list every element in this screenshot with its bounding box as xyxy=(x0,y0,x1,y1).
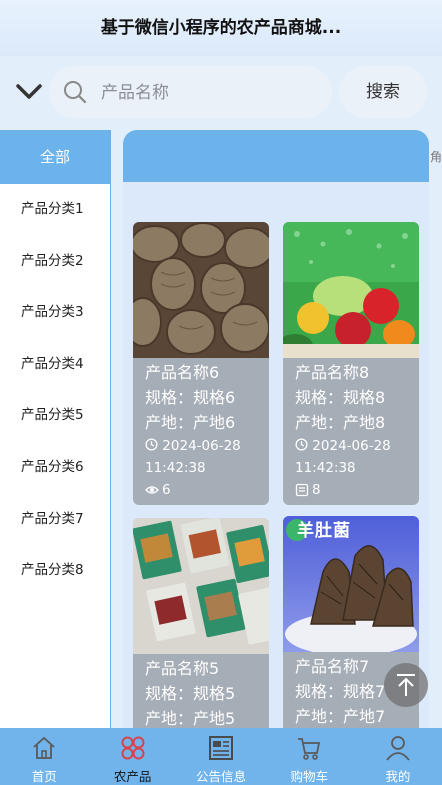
product-spec: 规格：规格8 xyxy=(295,388,386,407)
product-count: 6 xyxy=(162,482,171,498)
arrow-up-icon xyxy=(397,674,415,696)
product-name: 产品名称8 xyxy=(295,363,370,382)
search-box[interactable] xyxy=(49,66,332,120)
chevron-down-icon[interactable] xyxy=(14,82,44,102)
product-card[interactable]: 产品名称6 规格：规格6 产地：产地6 2024-06-28 11:42:38 … xyxy=(133,222,269,505)
sidebar-item[interactable]: 产品分类8 xyxy=(0,545,110,597)
sidebar-item[interactable]: 产品分类6 xyxy=(0,442,110,494)
product-name: 产品名称5 xyxy=(145,659,220,678)
cart-icon xyxy=(298,738,321,760)
tab-home[interactable]: 首页 xyxy=(0,728,88,785)
sidebar-item[interactable]: 产品分类1 xyxy=(0,184,110,236)
search-bar: 搜索 xyxy=(0,56,442,128)
page-title: 基于微信小程序的农产品商城... xyxy=(0,0,442,56)
product-time-text: 2024-06-28 11:42:38 xyxy=(295,438,391,476)
product-list-header xyxy=(123,130,429,182)
product-time-text: 2024-06-28 11:42:38 xyxy=(145,438,241,476)
product-meta: 6 xyxy=(145,479,269,501)
sidebar-item[interactable]: 产品分类7 xyxy=(0,494,110,546)
clock-icon xyxy=(295,438,308,451)
tab-mine[interactable]: 我的 xyxy=(354,728,442,785)
product-count: 8 xyxy=(312,482,321,498)
tab-label: 我的 xyxy=(385,769,411,784)
back-to-top-button[interactable] xyxy=(384,663,428,707)
tab-cart[interactable]: 购物车 xyxy=(265,728,353,785)
document-icon xyxy=(295,483,309,497)
sidebar-item[interactable]: 产品分类2 xyxy=(0,236,110,288)
product-time: 2024-06-28 11:42:38 xyxy=(295,435,419,479)
product-grid: 产品名称6 规格：规格6 产地：产地6 2024-06-28 11:42:38 … xyxy=(123,182,429,730)
tab-announcements[interactable]: 公告信息 xyxy=(177,728,265,785)
tab-label: 农产品 xyxy=(113,769,152,784)
sidebar-item[interactable]: 产品分类3 xyxy=(0,287,110,339)
tab-label: 购物车 xyxy=(290,769,329,784)
search-button[interactable]: 搜索 xyxy=(339,66,427,118)
news-icon xyxy=(209,736,234,760)
search-icon xyxy=(64,81,87,104)
product-time: 2024-06-28 11:42:38 xyxy=(145,435,269,479)
category-sidebar: 全部 产品分类1 产品分类2 产品分类3 产品分类4 产品分类5 产品分类6 产… xyxy=(0,130,111,730)
tab-products[interactable]: 农产品 xyxy=(88,728,176,785)
sidebar-item[interactable]: 产品分类4 xyxy=(0,339,110,391)
product-origin: 产地：产地8 xyxy=(295,413,386,432)
product-image xyxy=(133,518,269,654)
sidebar-item[interactable]: 产品分类5 xyxy=(0,390,110,442)
product-meta: 8 xyxy=(295,479,419,501)
home-icon xyxy=(33,736,55,759)
grid-icon xyxy=(121,736,145,760)
product-origin: 产地：产地6 xyxy=(145,413,236,432)
search-input[interactable] xyxy=(99,66,323,120)
edge-text: 角⊙ xyxy=(430,150,442,164)
eye-icon xyxy=(145,486,159,494)
product-name: 产品名称6 xyxy=(145,363,220,382)
product-image xyxy=(283,222,419,358)
bottom-tab-bar: 首页 农产品 公告信息 购物车 我的 xyxy=(0,728,442,785)
product-spec: 规格：规格6 xyxy=(145,388,236,407)
tab-label: 首页 xyxy=(31,769,57,784)
clock-icon xyxy=(145,438,158,451)
user-icon xyxy=(386,736,410,761)
product-card[interactable]: 产品名称8 规格：规格8 产地：产地8 2024-06-28 11:42:38 … xyxy=(283,222,419,505)
product-card[interactable]: 产品名称5 规格：规格5 产地：产地5 xyxy=(133,518,269,730)
product-origin: 产地：产地5 xyxy=(145,709,236,728)
product-origin: 产地：产地7 xyxy=(295,707,386,726)
sidebar-item-all[interactable]: 全部 xyxy=(0,130,110,184)
product-spec: 规格：规格5 xyxy=(145,684,236,703)
product-image-caption: 羊肚菌 xyxy=(297,521,351,541)
product-image xyxy=(133,222,269,358)
tab-label: 公告信息 xyxy=(196,769,247,784)
